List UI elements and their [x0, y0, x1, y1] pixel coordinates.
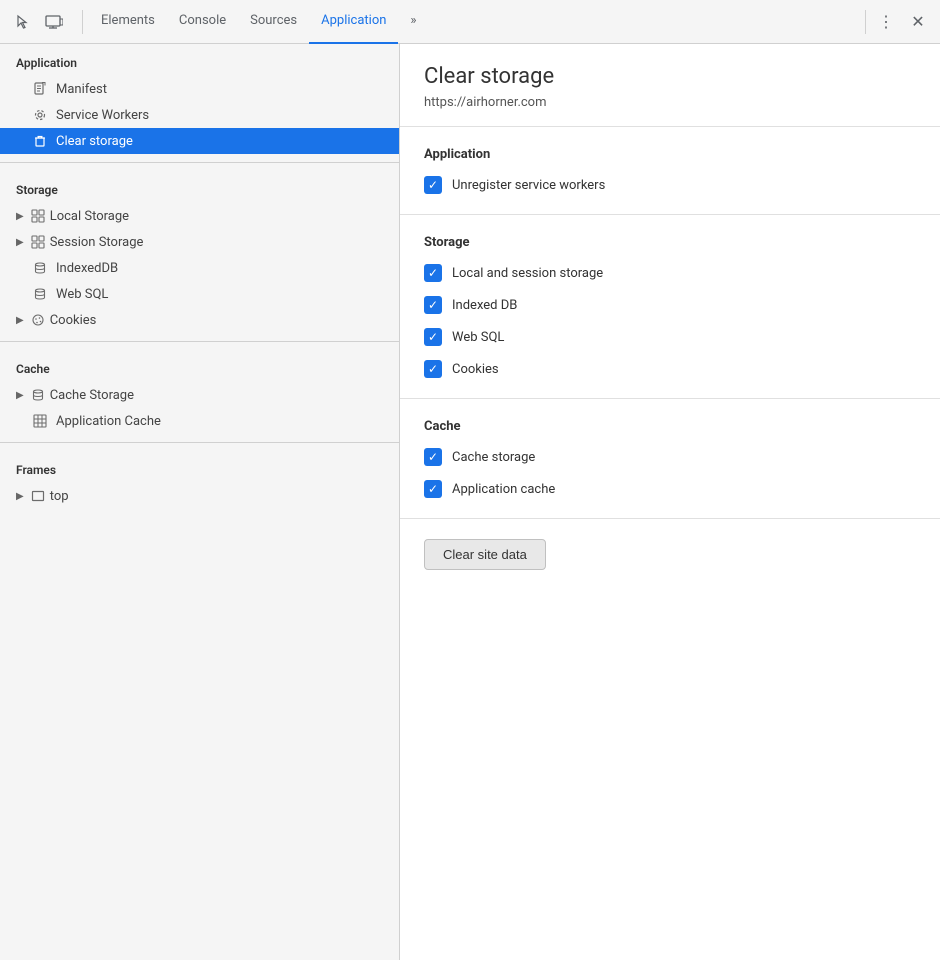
- sidebar-section-cache: Cache ▶ Cache Storage: [0, 350, 399, 434]
- expand-arrow-session-storage: ▶: [16, 237, 24, 248]
- checkbox-row-cookies: ✓ Cookies: [424, 360, 916, 378]
- panel-section-title-cache: Cache: [424, 419, 916, 434]
- sidebar-label-application-cache: Application Cache: [56, 414, 161, 429]
- sidebar-item-local-storage[interactable]: ▶ Local Storage: [0, 203, 399, 229]
- checkbox-application-cache[interactable]: ✓: [424, 480, 442, 498]
- panel-title-section: Clear storage https://airhorner.com: [400, 44, 940, 127]
- panel-section-cache: Cache ✓ Cache storage ✓ Application cach…: [400, 399, 940, 519]
- grid-icon-session: [30, 234, 46, 250]
- db-icon-indexed: [32, 260, 48, 276]
- sidebar-item-application-cache[interactable]: Application Cache: [0, 408, 399, 434]
- sidebar-item-manifest[interactable]: Manifest: [0, 76, 399, 102]
- checkbox-web-sql[interactable]: ✓: [424, 328, 442, 346]
- tab-application[interactable]: Application: [309, 0, 398, 44]
- checkbox-label-local-session: Local and session storage: [452, 266, 603, 281]
- tab-more[interactable]: »: [398, 0, 428, 44]
- checkbox-label-unregister: Unregister service workers: [452, 178, 605, 193]
- sidebar-section-frames: Frames ▶ top: [0, 451, 399, 509]
- appgrid-icon: [32, 413, 48, 429]
- sidebar-item-service-workers[interactable]: Service Workers: [0, 102, 399, 128]
- sidebar-item-cache-storage[interactable]: ▶ Cache Storage: [0, 382, 399, 408]
- main-content: Application Manifest: [0, 44, 940, 960]
- sidebar-label-service-workers: Service Workers: [56, 108, 149, 123]
- sidebar-header-storage: Storage: [0, 171, 399, 203]
- panel-title: Clear storage: [424, 64, 916, 89]
- sidebar-header-application: Application: [0, 44, 399, 76]
- sidebar-item-cookies[interactable]: ▶ Cookies: [0, 307, 399, 333]
- grid-icon-local: [30, 208, 46, 224]
- cookie-icon: [30, 312, 46, 328]
- checkbox-unregister-service-workers[interactable]: ✓: [424, 176, 442, 194]
- panel-section-title-application: Application: [424, 147, 916, 162]
- checkbox-indexed-db[interactable]: ✓: [424, 296, 442, 314]
- checkbox-label-app-cache: Application cache: [452, 482, 555, 497]
- panel-url: https://airhorner.com: [424, 95, 916, 110]
- sidebar-label-cookies: Cookies: [50, 313, 97, 328]
- sidebar-section-storage: Storage ▶ Local Storage ▶: [0, 171, 399, 333]
- sidebar-label-websql: Web SQL: [56, 287, 108, 302]
- sidebar-item-clear-storage[interactable]: Clear storage: [0, 128, 399, 154]
- sidebar: Application Manifest: [0, 44, 400, 960]
- sidebar-label-session-storage: Session Storage: [50, 235, 144, 250]
- checkbox-local-session-storage[interactable]: ✓: [424, 264, 442, 282]
- expand-arrow-cache-storage: ▶: [16, 390, 24, 401]
- checkbox-row-cache-storage: ✓ Cache storage: [424, 448, 916, 466]
- toolbar-divider-right: [865, 10, 866, 34]
- toolbar-tabs: Elements Console Sources Application »: [89, 0, 859, 44]
- sidebar-item-websql[interactable]: Web SQL: [0, 281, 399, 307]
- checkbox-label-cookies: Cookies: [452, 362, 499, 377]
- sidebar-label-cache-storage: Cache Storage: [50, 388, 134, 403]
- panel-section-application: Application ✓ Unregister service workers: [400, 127, 940, 215]
- frame-icon: [30, 488, 46, 504]
- checkbox-cookies[interactable]: ✓: [424, 360, 442, 378]
- sidebar-label-local-storage: Local Storage: [50, 209, 129, 224]
- toolbar: Elements Console Sources Application » ⋮…: [0, 0, 940, 44]
- expand-arrow-cookies: ▶: [16, 315, 24, 326]
- checkbox-row-local-session: ✓ Local and session storage: [424, 264, 916, 282]
- expand-arrow-local-storage: ▶: [16, 211, 24, 222]
- toolbar-left-icons: [8, 8, 68, 36]
- sidebar-label-indexeddb: IndexedDB: [56, 261, 118, 276]
- checkbox-cache-storage[interactable]: ✓: [424, 448, 442, 466]
- sidebar-divider-3: [0, 442, 399, 443]
- sidebar-header-cache: Cache: [0, 350, 399, 382]
- sidebar-header-frames: Frames: [0, 451, 399, 483]
- sidebar-label-clear-storage: Clear storage: [56, 134, 133, 149]
- tab-console[interactable]: Console: [167, 0, 238, 44]
- sidebar-label-top: top: [50, 489, 69, 504]
- checkbox-row-indexeddb: ✓ Indexed DB: [424, 296, 916, 314]
- db-icon-websql: [32, 286, 48, 302]
- toolbar-right: ⋮ ✕: [872, 8, 932, 36]
- sidebar-item-indexeddb[interactable]: IndexedDB: [0, 255, 399, 281]
- manifest-icon: [32, 81, 48, 97]
- panel-action-section: Clear site data: [400, 519, 940, 590]
- checkbox-label-indexeddb: Indexed DB: [452, 298, 517, 313]
- tab-elements[interactable]: Elements: [89, 0, 167, 44]
- checkbox-label-websql: Web SQL: [452, 330, 504, 345]
- panel-section-title-storage: Storage: [424, 235, 916, 250]
- sidebar-item-session-storage[interactable]: ▶ Session Storage: [0, 229, 399, 255]
- expand-arrow-top: ▶: [16, 491, 24, 502]
- responsive-icon[interactable]: [40, 8, 68, 36]
- checkbox-row-app-cache: ✓ Application cache: [424, 480, 916, 498]
- trash-icon: [32, 133, 48, 149]
- checkbox-label-cache-storage: Cache storage: [452, 450, 535, 465]
- sidebar-section-application: Application Manifest: [0, 44, 399, 154]
- cursor-icon[interactable]: [8, 8, 36, 36]
- tab-sources[interactable]: Sources: [238, 0, 309, 44]
- sidebar-divider-2: [0, 341, 399, 342]
- close-icon[interactable]: ✕: [904, 8, 932, 36]
- panel-section-storage: Storage ✓ Local and session storage ✓ In…: [400, 215, 940, 399]
- sidebar-divider-1: [0, 162, 399, 163]
- checkbox-row-websql: ✓ Web SQL: [424, 328, 916, 346]
- cache-icon: [30, 387, 46, 403]
- clear-site-data-button[interactable]: Clear site data: [424, 539, 546, 570]
- checkbox-row-unregister: ✓ Unregister service workers: [424, 176, 916, 194]
- toolbar-divider: [82, 10, 83, 34]
- sidebar-item-top-frame[interactable]: ▶ top: [0, 483, 399, 509]
- right-panel: Clear storage https://airhorner.com Appl…: [400, 44, 940, 960]
- gear-icon: [32, 107, 48, 123]
- sidebar-label-manifest: Manifest: [56, 82, 107, 97]
- more-options-icon[interactable]: ⋮: [872, 8, 900, 36]
